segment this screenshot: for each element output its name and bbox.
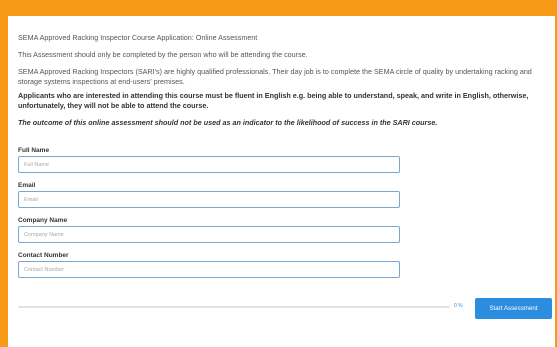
company-name-input[interactable] <box>18 226 400 243</box>
english-requirement: Applicants who are interested in attendi… <box>18 91 529 110</box>
progress-percent: 0 % <box>454 303 463 309</box>
assessment-title: SEMA Approved Racking Inspector Course A… <box>18 33 258 42</box>
full-name-label: Full Name <box>18 147 50 154</box>
assessment-panel: SEMA Approved Racking Inspector Course A… <box>8 16 555 347</box>
full-name-input[interactable] <box>18 156 400 173</box>
email-label: Email <box>18 182 36 189</box>
company-name-label: Company Name <box>18 217 68 224</box>
intro-section: SEMA Approved Racking Inspector Course A… <box>18 33 548 135</box>
outcome-disclaimer: The outcome of this online assessment sh… <box>18 118 438 127</box>
start-assessment-button[interactable]: Start Assessment <box>475 298 552 319</box>
course-description: SEMA Approved Racking Inspectors (SARI's… <box>18 67 532 86</box>
contact-number-input[interactable] <box>18 261 400 278</box>
email-input[interactable] <box>18 191 400 208</box>
contact-number-label: Contact Number <box>18 252 69 259</box>
progress-bar <box>18 306 450 308</box>
attendee-note: This Assessment should only be completed… <box>18 50 308 59</box>
applicant-form: Full Name Email Company Name Contact Num… <box>18 146 400 286</box>
